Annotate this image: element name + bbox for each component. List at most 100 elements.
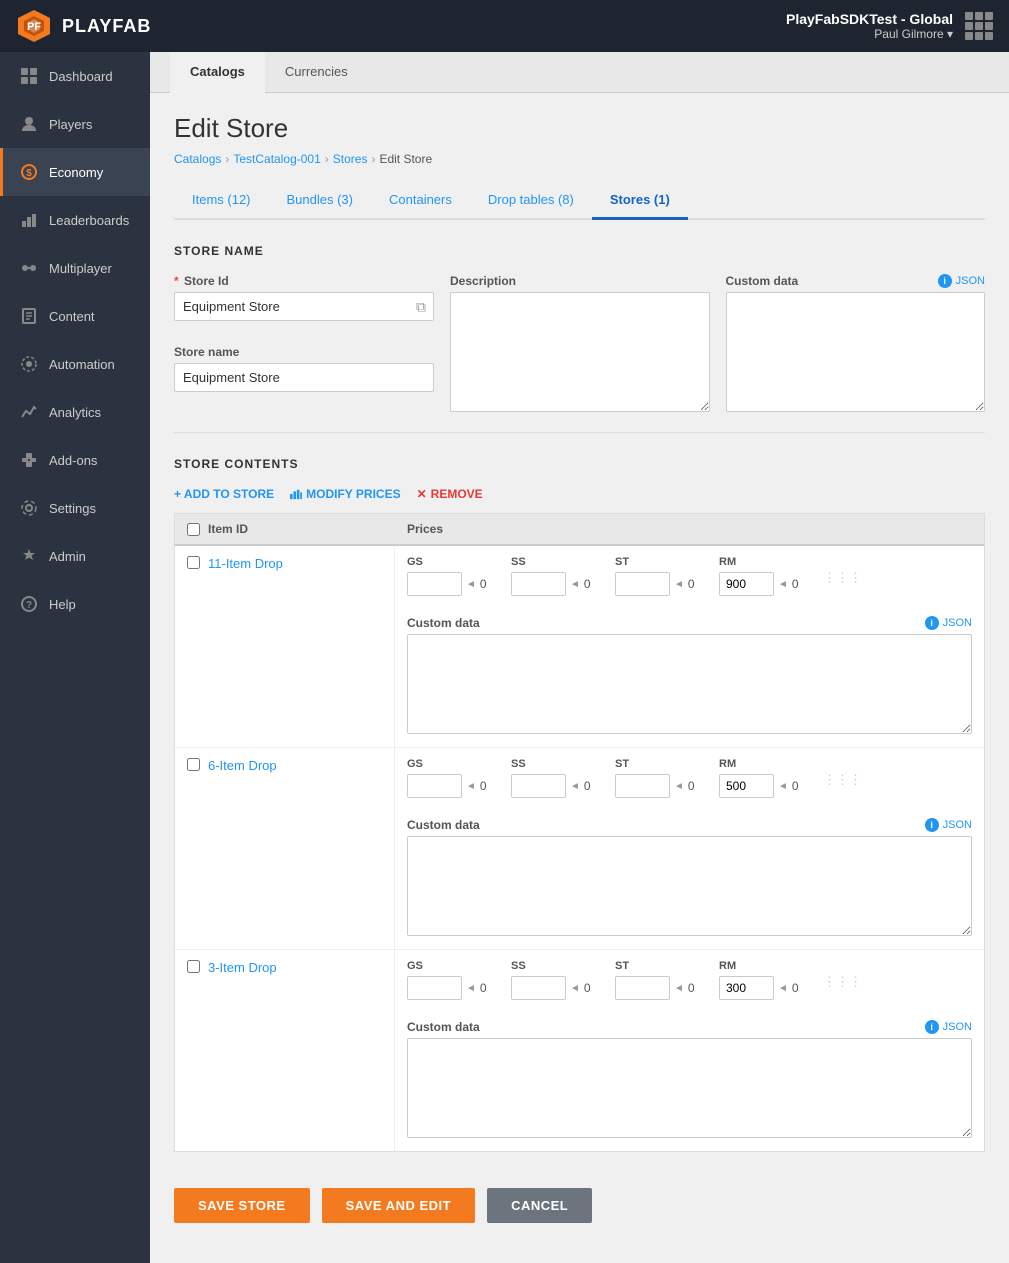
price-input-ss-3[interactable] <box>511 976 566 1000</box>
grid-icon[interactable] <box>965 12 993 40</box>
item-json-link-1[interactable]: i JSON <box>925 616 972 630</box>
item-name-link-1[interactable]: 11-Item Drop <box>208 556 283 571</box>
select-all-checkbox[interactable] <box>187 523 200 536</box>
drag-handle-3[interactable]: ⋮⋮⋮ <box>823 960 853 1000</box>
sidebar-item-leaderboards[interactable]: Leaderboards <box>0 196 150 244</box>
price-input-rm-1[interactable] <box>719 572 774 596</box>
item-json-info-icon-1: i <box>925 616 939 630</box>
price-zero-rm-1: 0 <box>792 577 799 591</box>
price-input-rm-2[interactable] <box>719 774 774 798</box>
breadcrumb-testcatalog[interactable]: TestCatalog-001 <box>233 152 320 166</box>
item-name-link-2[interactable]: 6-Item Drop <box>208 758 277 773</box>
content-icon <box>19 306 39 326</box>
item-col-1: 11-Item Drop <box>175 546 395 747</box>
price-input-rm-3[interactable] <box>719 976 774 1000</box>
price-input-ss-2[interactable] <box>511 774 566 798</box>
sub-tab-bundles[interactable]: Bundles (3) <box>269 182 371 220</box>
app-body: Dashboard Players $ Economy Leaderboards… <box>0 52 1009 1263</box>
custom-data-textarea[interactable] <box>726 292 986 412</box>
item-custom-data-textarea-3[interactable] <box>407 1038 972 1138</box>
custom-data-json-link[interactable]: i JSON <box>938 274 985 288</box>
price-label-st-2: ST <box>615 758 695 770</box>
sidebar-item-help[interactable]: ? Help <box>0 580 150 628</box>
sub-tab-drop-tables[interactable]: Drop tables (8) <box>470 182 592 220</box>
svg-text:PF: PF <box>27 21 41 33</box>
table-row: 11-Item Drop GS ◄ <box>175 546 984 748</box>
description-textarea[interactable] <box>450 292 710 412</box>
arrow-icon-ss-3: ◄ <box>570 983 580 994</box>
price-label-gs-1: GS <box>407 556 487 568</box>
sidebar-item-economy[interactable]: $ Economy <box>0 148 150 196</box>
save-store-button[interactable]: SAVE STORE <box>174 1188 310 1223</box>
sub-tab-stores[interactable]: Stores (1) <box>592 182 688 220</box>
price-group-rm-3: RM ◄ 0 <box>719 960 799 1000</box>
item-json-link-3[interactable]: i JSON <box>925 1020 972 1034</box>
item-checkbox-1[interactable] <box>187 556 200 569</box>
drag-handle-1[interactable]: ⋮⋮⋮ <box>823 556 853 596</box>
custom-data-group: Custom data i JSON <box>726 274 986 412</box>
price-input-st-1[interactable] <box>615 572 670 596</box>
page-title: Edit Store <box>174 113 985 144</box>
price-input-gs-3[interactable] <box>407 976 462 1000</box>
sidebar-item-label: Content <box>49 309 95 324</box>
item-col-3: 3-Item Drop <box>175 950 395 1151</box>
sidebar-item-label: Leaderboards <box>49 213 129 228</box>
item-checkbox-3[interactable] <box>187 960 200 973</box>
sidebar-item-content[interactable]: Content <box>0 292 150 340</box>
price-label-gs-3: GS <box>407 960 487 972</box>
price-zero-st-1: 0 <box>688 577 695 591</box>
item-name-link-3[interactable]: 3-Item Drop <box>208 960 277 975</box>
price-input-wrapper-gs-2: ◄ 0 <box>407 774 487 798</box>
sidebar-item-label: Help <box>49 597 76 612</box>
custom-data-header: Custom data i JSON <box>726 274 986 288</box>
sidebar-item-admin[interactable]: Admin <box>0 532 150 580</box>
help-icon: ? <box>19 594 39 614</box>
store-name-title: STORE NAME <box>174 244 985 258</box>
cancel-button[interactable]: CANCEL <box>487 1188 592 1223</box>
sidebar-item-dashboard[interactable]: Dashboard <box>0 52 150 100</box>
store-name-input[interactable] <box>174 363 434 392</box>
items-container: 11-Item Drop GS ◄ <box>174 546 985 1152</box>
sub-tab-containers[interactable]: Containers <box>371 182 470 220</box>
item-custom-data-textarea-1[interactable] <box>407 634 972 734</box>
add-to-store-link[interactable]: + ADD TO STORE <box>174 487 274 501</box>
price-input-wrapper-gs-1: ◄ 0 <box>407 572 487 596</box>
breadcrumb-stores[interactable]: Stores <box>333 152 368 166</box>
breadcrumb: Catalogs › TestCatalog-001 › Stores › Ed… <box>174 152 985 166</box>
sidebar-item-multiplayer[interactable]: Multiplayer <box>0 244 150 292</box>
settings-icon <box>19 498 39 518</box>
price-group-st-2: ST ◄ 0 <box>615 758 695 798</box>
sidebar-item-players[interactable]: Players <box>0 100 150 148</box>
item-col-2: 6-Item Drop <box>175 748 395 949</box>
logo-text: PLAYFAB <box>62 16 151 37</box>
price-zero-rm-2: 0 <box>792 779 799 793</box>
item-custom-data-row-3: Custom data i JSON <box>407 1020 972 1141</box>
custom-data-label-3: Custom data <box>407 1020 480 1034</box>
sub-tab-items[interactable]: Items (12) <box>174 182 269 220</box>
json-info-icon: i <box>938 274 952 288</box>
item-custom-data-textarea-2[interactable] <box>407 836 972 936</box>
remove-link[interactable]: ✕ REMOVE <box>417 487 483 501</box>
sidebar-item-addons[interactable]: Add-ons <box>0 436 150 484</box>
price-input-gs-2[interactable] <box>407 774 462 798</box>
price-input-st-3[interactable] <box>615 976 670 1000</box>
store-id-input[interactable] <box>174 292 434 321</box>
tab-catalogs[interactable]: Catalogs <box>170 52 265 93</box>
price-label-rm-2: RM <box>719 758 799 770</box>
admin-icon <box>19 546 39 566</box>
price-input-gs-1[interactable] <box>407 572 462 596</box>
sidebar-item-settings[interactable]: Settings <box>0 484 150 532</box>
sidebar-item-automation[interactable]: Automation <box>0 340 150 388</box>
price-input-st-2[interactable] <box>615 774 670 798</box>
tab-currencies[interactable]: Currencies <box>265 52 368 93</box>
breadcrumb-catalogs[interactable]: Catalogs <box>174 152 221 166</box>
save-and-edit-button[interactable]: SAVE AND EDIT <box>322 1188 475 1223</box>
sidebar-item-analytics[interactable]: Analytics <box>0 388 150 436</box>
item-checkbox-2[interactable] <box>187 758 200 771</box>
item-json-link-2[interactable]: i JSON <box>925 818 972 832</box>
price-input-wrapper-ss-2: ◄ 0 <box>511 774 591 798</box>
price-input-ss-1[interactable] <box>511 572 566 596</box>
drag-handle-2[interactable]: ⋮⋮⋮ <box>823 758 853 798</box>
modify-prices-link[interactable]: MODIFY PRICES <box>290 487 400 501</box>
th-item-id: Item ID <box>175 514 395 544</box>
